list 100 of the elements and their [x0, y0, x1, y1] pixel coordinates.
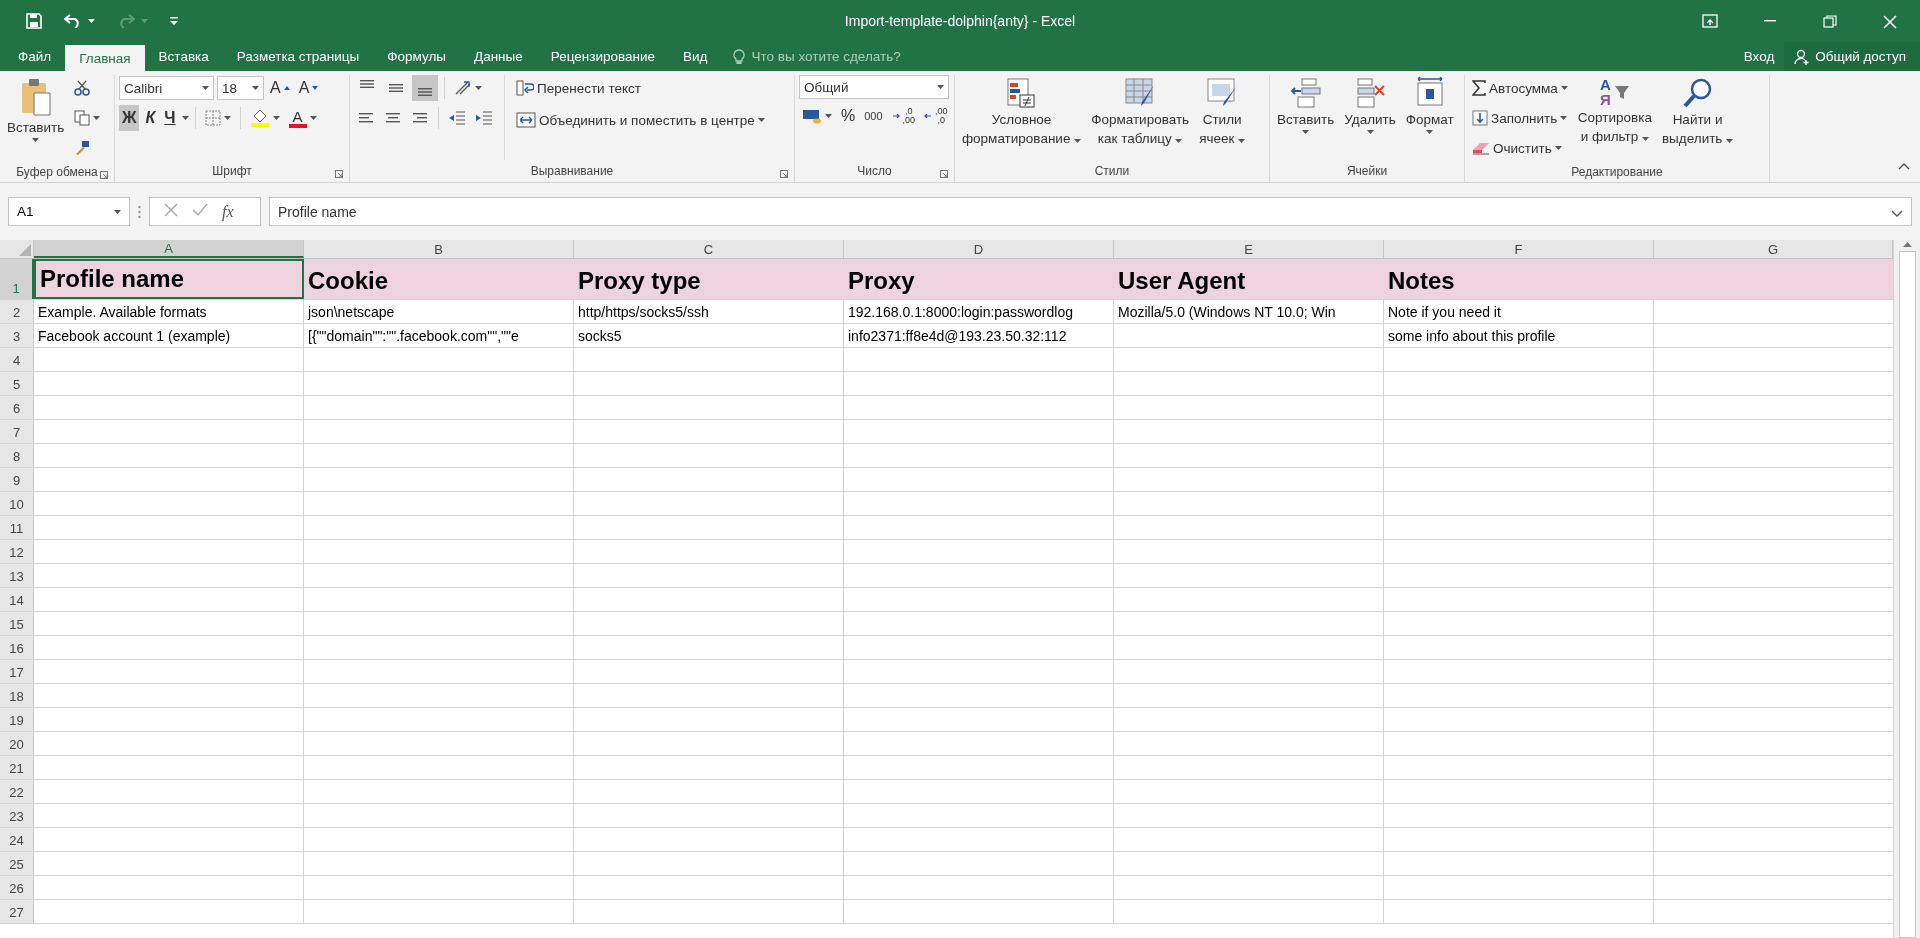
- ribbon-tab[interactable]: Разметка страницы: [222, 42, 374, 71]
- paste-button[interactable]: Вставить: [4, 75, 68, 161]
- wrap-text-icon: [516, 80, 534, 96]
- launcher-icon: [100, 171, 108, 179]
- minimize-icon: [1764, 20, 1776, 22]
- row-header[interactable]: 10: [0, 492, 34, 515]
- find-select-button[interactable]: Найти и выделить: [1658, 75, 1737, 161]
- share-button[interactable]: Общий доступ: [1784, 42, 1920, 71]
- shrink-font-button[interactable]: A: [295, 75, 322, 101]
- clipboard-dialog-button[interactable]: [100, 168, 108, 182]
- delete-cells-button[interactable]: Удалить: [1341, 75, 1399, 160]
- caret-icon: [141, 19, 148, 23]
- table-cell-text: Mozilla/5.0 (Windows NT 10.0; Win: [1117, 303, 1337, 322]
- tell-me-field[interactable]: Что вы хотите сделать?: [751, 49, 901, 64]
- caret-icon: [252, 86, 259, 90]
- conditional-format-button[interactable]: Условное форматирование: [959, 75, 1085, 160]
- group-label: Шрифт: [212, 164, 252, 178]
- merge-center-button[interactable]: Объединить и поместить в центре: [513, 107, 768, 133]
- ribbon-tab[interactable]: Файл: [0, 42, 66, 71]
- column-header[interactable]: D: [844, 240, 1114, 258]
- row-header[interactable]: 19: [0, 708, 34, 731]
- column-header[interactable]: C: [574, 240, 844, 258]
- row-header[interactable]: 17: [0, 660, 34, 683]
- fewer-decimals-button[interactable]: ,00 ,0: [921, 103, 951, 129]
- table-format-button[interactable]: Форматировать как таблицу: [1088, 75, 1193, 160]
- row-header[interactable]: 7: [0, 420, 34, 443]
- table-cell-text: Example. Available formats: [37, 303, 208, 322]
- column-header[interactable]: F: [1384, 240, 1654, 258]
- autosum-button[interactable]: Автосумма: [1469, 75, 1571, 101]
- ribbon-tab[interactable]: Данные: [460, 42, 537, 71]
- underline-button[interactable]: Ч: [161, 105, 179, 131]
- align-bottom-button[interactable]: [412, 75, 438, 101]
- row-header[interactable]: 20: [0, 732, 34, 755]
- row-header[interactable]: 23: [0, 804, 34, 827]
- format-cells-button[interactable]: Формат: [1402, 75, 1457, 160]
- bold-button[interactable]: Ж: [119, 105, 140, 131]
- column-header[interactable]: E: [1114, 240, 1384, 258]
- row-header[interactable]: 16: [0, 636, 34, 659]
- wrap-text-button[interactable]: Перенести текст: [513, 75, 768, 101]
- table-cell: User Agent: [1114, 259, 1384, 299]
- italic-button[interactable]: К: [142, 105, 159, 131]
- column-header[interactable]: A: [34, 240, 304, 258]
- color-bar-icon: [288, 123, 307, 128]
- number-format-field[interactable]: Общий: [799, 75, 949, 99]
- row-header[interactable]: 27: [0, 900, 34, 923]
- row-header[interactable]: 24: [0, 828, 34, 851]
- caret-icon: [1642, 137, 1649, 141]
- row-header[interactable]: 14: [0, 588, 34, 611]
- ribbon-tab[interactable]: Рецензирование: [536, 42, 670, 71]
- font-name-field[interactable]: Calibri: [119, 76, 214, 100]
- table-cell: Notes: [1384, 259, 1654, 299]
- ribbon-tab[interactable]: Главная: [65, 45, 145, 71]
- row-header[interactable]: 11: [0, 516, 34, 539]
- grow-font-button[interactable]: A: [267, 75, 293, 101]
- row-header[interactable]: 12: [0, 540, 34, 563]
- insert-function-button[interactable]: fx: [222, 202, 234, 221]
- thousands-button[interactable]: 000: [861, 103, 886, 129]
- row-header[interactable]: 18: [0, 684, 34, 707]
- clear-button[interactable]: Очистить: [1469, 135, 1571, 161]
- row-header[interactable]: 13: [0, 564, 34, 587]
- alignment-dialog-button[interactable]: [780, 167, 788, 181]
- insert-cells-button[interactable]: Вставить: [1274, 75, 1338, 160]
- ribbon-tab[interactable]: Вставка: [144, 42, 223, 71]
- cellstyles-format-button[interactable]: Стили ячеек: [1196, 75, 1249, 160]
- more-decimals-button[interactable]: ,0 ,00: [888, 103, 919, 129]
- row-header[interactable]: 25: [0, 852, 34, 875]
- row-header[interactable]: 9: [0, 468, 34, 491]
- font-size-field[interactable]: 18: [217, 76, 264, 100]
- table-cell-text: [{""domain"":"".facebook.com"",""e: [307, 327, 520, 346]
- sort-filter-button[interactable]: А Я Сортировка и фильтр: [1574, 75, 1655, 161]
- formula-field[interactable]: Profile name: [269, 197, 1912, 226]
- ribbon-tab[interactable]: Вид: [669, 42, 722, 71]
- row-header[interactable]: 2: [0, 300, 34, 323]
- row-header[interactable]: 15: [0, 612, 34, 635]
- active-cell[interactable]: Profile name: [34, 259, 304, 299]
- row-header[interactable]: 8: [0, 444, 34, 467]
- column-header[interactable]: B: [304, 240, 574, 258]
- font-color-button[interactable]: A: [285, 105, 320, 131]
- row-header[interactable]: 1: [0, 259, 34, 299]
- row-header[interactable]: 3: [0, 324, 34, 347]
- row-header[interactable]: 6: [0, 396, 34, 419]
- fill-button[interactable]: Заполнить: [1469, 105, 1571, 131]
- font-dialog-button[interactable]: [335, 167, 343, 181]
- ribbon-tab[interactable]: Формулы: [373, 42, 460, 71]
- table-cell-text: http/https/socks5/ssh: [577, 303, 710, 322]
- chevron-up-icon: [1898, 163, 1910, 170]
- row-header[interactable]: 4: [0, 348, 34, 371]
- fill-color-icon: [249, 109, 270, 127]
- scrollbar[interactable]: [1893, 240, 1920, 938]
- row-header[interactable]: 21: [0, 756, 34, 779]
- sign-in-link[interactable]: Вход: [1733, 42, 1785, 71]
- table-cell-text: json\netscape: [306, 303, 396, 322]
- row-header[interactable]: 26: [0, 876, 34, 899]
- percent-button[interactable]: %: [838, 103, 859, 129]
- caret-icon: [181, 116, 189, 120]
- row-header[interactable]: 22: [0, 780, 34, 803]
- row-header[interactable]: 5: [0, 372, 34, 395]
- caret-icon: [93, 116, 101, 120]
- name-box[interactable]: A1: [8, 197, 130, 226]
- number-dialog-button[interactable]: [940, 167, 948, 181]
